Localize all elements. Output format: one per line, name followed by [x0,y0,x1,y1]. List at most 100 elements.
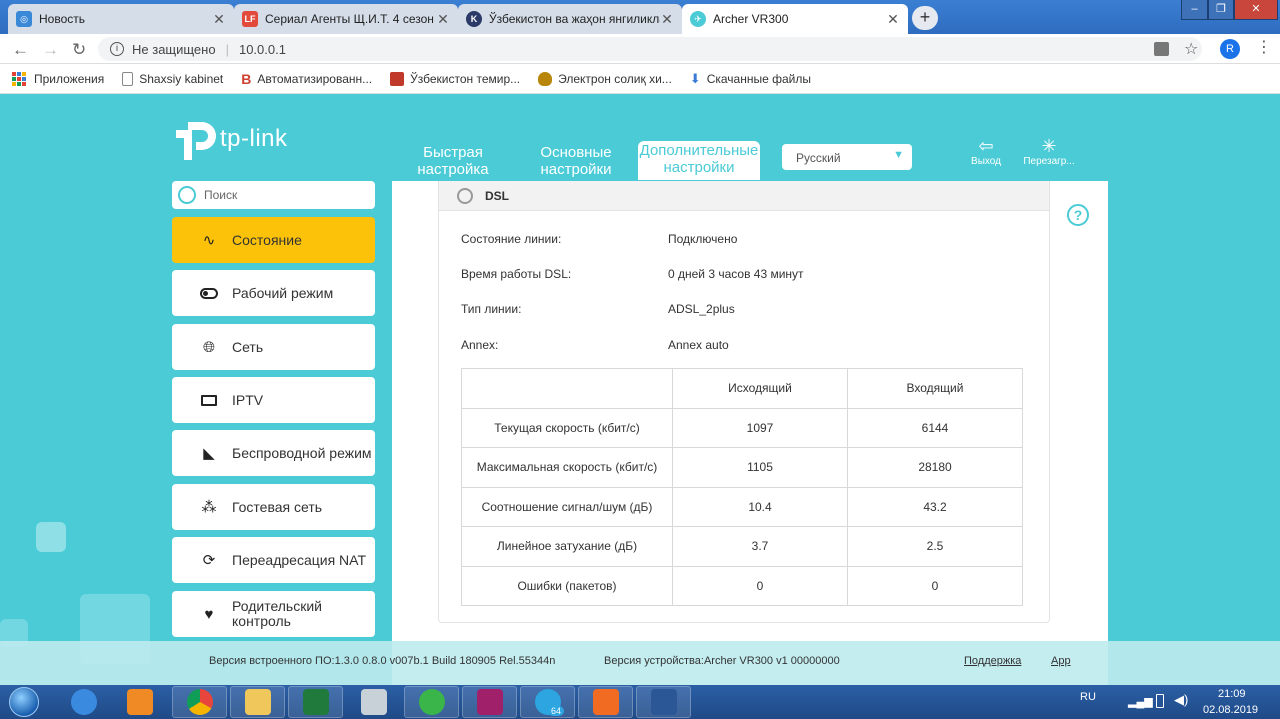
back-arrow-icon[interactable]: ← [12,40,29,60]
reboot-button[interactable]: ✳ Перезагр... [1020,136,1078,167]
table-cell: 43.2 [847,486,1023,527]
profile-avatar[interactable]: R [1220,39,1240,59]
sidebar-item-wireless[interactable]: ◣ Беспроводной режим [172,430,375,476]
hardware-version: Версия устройства:Archer VR300 v1 000000… [604,655,840,667]
start-button[interactable] [4,685,44,719]
sidebar-item-network[interactable]: 🌐︎ Сеть [172,324,375,370]
network-icon[interactable]: ▂▄▆ [1128,695,1153,708]
bookmark-star-icon[interactable]: ☆ [1184,39,1198,59]
sidebar-item-operation-mode[interactable]: Рабочий режим [172,270,375,316]
bookmark-label: Электрон солиқ хи... [558,71,672,86]
forward-arrow-icon[interactable]: → [42,40,59,60]
tplink-logo-icon [172,116,216,162]
firmware-version: Версия встроенного ПО:1.3.0 0.8.0 v007b.… [209,655,556,667]
taskbar-save-app[interactable] [462,686,517,718]
sidebar-item-parental[interactable]: ♥ Родительский контроль [172,591,375,637]
search-icon [178,186,196,204]
minimize-button[interactable]: – [1181,0,1208,20]
table-cell: Линейное затухание (дБ) [461,526,673,567]
support-link[interactable]: Поддержка [964,655,1021,667]
row-label: Время работы DSL: [461,267,572,281]
tplink-logo: tp-link [172,116,288,162]
sidebar-item-iptv[interactable]: IPTV [172,377,375,423]
lf-favicon-icon: LF [242,11,258,27]
taskbar-green-app[interactable] [404,686,459,718]
volume-icon[interactable]: ◀) [1174,692,1188,708]
tab-title: Сериал Агенты Щ.И.Т. 4 сезон l [265,12,436,26]
table-row: Текущая скорость (кбит/с) 1097 6144 [461,407,1023,448]
url-field[interactable]: i Не защищено | 10.0.0.1 [98,37,1202,61]
bookmark-downloads[interactable]: ⬇ Скачанные файлы [690,71,811,86]
help-icon[interactable]: ? [1067,204,1089,226]
main-panel: DSL Состояние линии: Подключено Время ра… [392,181,1108,685]
telegram-badge: 64 [547,706,564,716]
nav-basic[interactable]: Основные настройки [534,144,618,178]
row-label: Тип линии: [461,302,522,316]
table-cell: 0 [672,565,848,606]
app-link[interactable]: App [1051,655,1071,667]
sidebar-item-guest-network[interactable]: ⁂ Гостевая сеть [172,484,375,530]
close-tab-icon[interactable]: ✕ [660,11,674,28]
menu-dots-icon[interactable]: ⋮ [1256,39,1272,57]
taskbar-chrome[interactable] [172,686,227,718]
dsl-title: DSL [485,188,509,203]
monitor-icon [200,391,218,409]
nav-advanced[interactable]: Дополнительные настройки [638,141,760,180]
taskbar-telegram[interactable]: 64 [520,686,575,718]
taskbar-media[interactable] [112,686,167,718]
sidebar-item-label: Беспроводной режим [232,445,372,461]
news-favicon-icon: ◎ [16,11,32,27]
bookmark-temir[interactable]: Ўзбекистон темир... [390,71,520,86]
close-tab-icon[interactable]: ✕ [886,11,900,28]
tab-uzbekistan[interactable]: K Ўзбекистон ва жаҳон янгиликлар ✕ [458,4,682,34]
info-icon[interactable]: i [110,42,124,56]
logout-button[interactable]: ⇦ Выход [966,136,1006,167]
close-tab-icon[interactable]: ✕ [212,11,226,28]
language-indicator[interactable]: RU [1080,691,1096,703]
maximize-button[interactable]: ❐ [1208,0,1234,20]
browser-tab-bar: ◎ Новость ✕ LF Сериал Агенты Щ.И.Т. 4 се… [0,0,1280,34]
taskbar-word[interactable] [636,686,691,718]
nav-quick-setup[interactable]: Быстрая настройка [412,144,494,178]
table-row: Максимальная скорость (кбит/с) 1105 2818… [461,447,1023,488]
tab-archer[interactable]: ✈ Archer VR300 ✕ [682,4,908,34]
table-cell: 28180 [847,447,1023,488]
bookmark-apps[interactable]: Приложения [12,71,104,86]
sidebar-search[interactable]: Поиск [172,181,375,209]
table-row: Ошибки (пакетов) 0 0 [461,565,1023,606]
toggle-icon [200,284,218,302]
taskbar-excel[interactable] [288,686,343,718]
row-value: ADSL_2plus [668,302,735,316]
taskbar-ie[interactable] [56,686,111,718]
table-row: Соотношение сигнал/шум (дБ) 10.4 43.2 [461,486,1023,527]
clock-time[interactable]: 21:09 [1218,688,1246,700]
tab-title: Ўзбекистон ва жаҳон янгиликлар [489,12,660,26]
battery-icon[interactable] [1156,694,1164,708]
floppy-icon [476,689,503,715]
guest-icon: ⁂ [201,499,217,516]
language-select[interactable]: Русский ▼ [782,144,912,170]
bookmark-soliq[interactable]: Электрон солиқ хи... [538,71,672,86]
close-tab-icon[interactable]: ✕ [436,11,450,28]
sidebar-item-status[interactable]: ∿ Состояние [172,217,375,263]
bookmark-shaxsiy[interactable]: Shaxsiy kabinet [122,71,223,86]
page-footer: Версия встроенного ПО:1.3.0 0.8.0 v007b.… [0,641,1280,685]
table-cell: Текущая скорость (кбит/с) [461,407,673,448]
collapse-icon[interactable] [457,187,473,204]
clock-date[interactable]: 02.08.2019 [1203,704,1258,716]
taskbar-calculator[interactable] [346,686,401,718]
close-window-button[interactable]: ✕ [1234,0,1278,20]
translate-icon[interactable] [1154,42,1169,56]
reload-icon[interactable]: ↻ [72,40,86,60]
address-bar-row: ← → ↻ i Не защищено | 10.0.0.1 ☆ R ⋮ [0,34,1280,64]
heart-icon: ♥ [204,605,214,623]
taskbar-explorer[interactable] [230,686,285,718]
bookmark-avtomat[interactable]: B Автоматизированн... [241,72,372,86]
taskbar-pdf[interactable] [578,686,633,718]
tab-serial[interactable]: LF Сериал Агенты Щ.И.Т. 4 сезон l ✕ [234,4,458,34]
reboot-label: Перезагр... [1023,156,1075,167]
sidebar-item-nat[interactable]: ⟳ Переадресация NAT [172,537,375,583]
new-tab-button[interactable]: + [912,6,938,30]
tab-novost[interactable]: ◎ Новость ✕ [8,4,234,34]
sidebar-item-label: Сеть [232,339,264,355]
